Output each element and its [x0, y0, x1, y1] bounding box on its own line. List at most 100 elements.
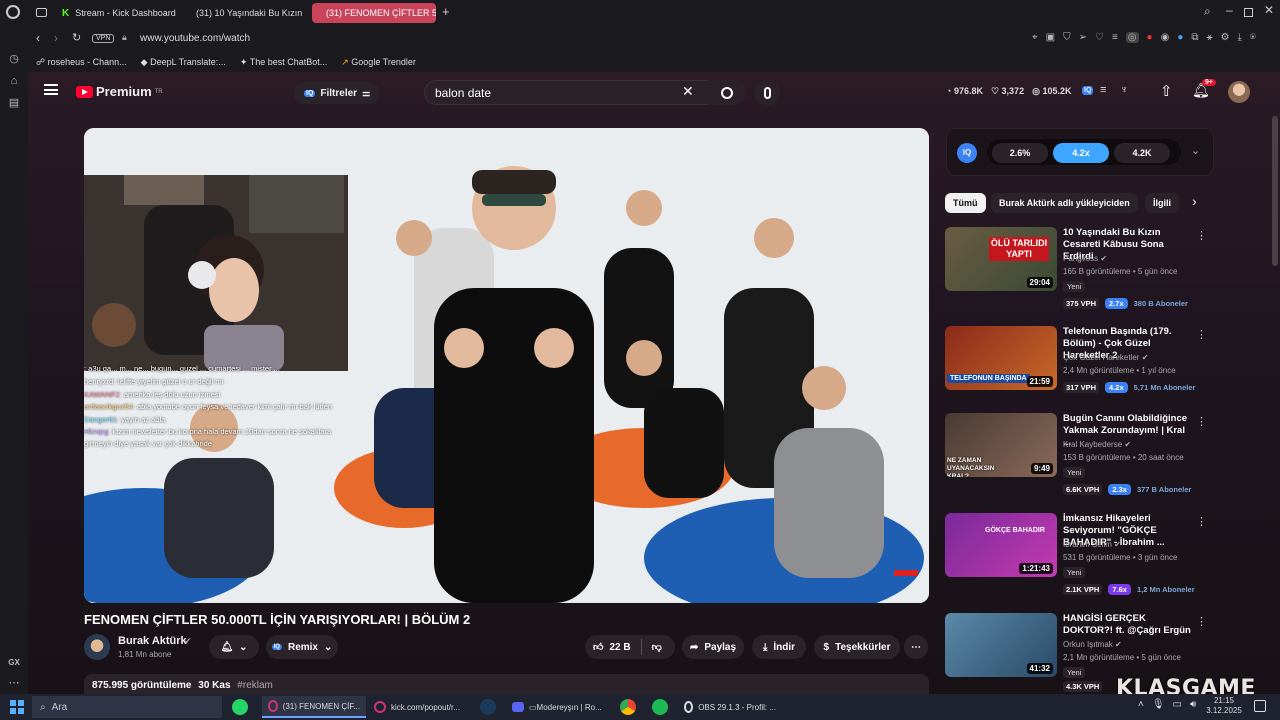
tab-overview-icon[interactable]: [36, 8, 47, 17]
iq-pill-engagement[interactable]: 2.6%: [992, 143, 1048, 163]
taskbar-app-opera-youtube[interactable]: (31) FENOMEN ÇİF...: [262, 696, 366, 718]
vpn-badge[interactable]: VPN: [92, 34, 115, 43]
list-icon[interactable]: ≡: [1100, 84, 1106, 96]
hamburger-menu-icon[interactable]: [44, 84, 58, 95]
back-icon[interactable]: ‹: [36, 31, 40, 45]
trophy-icon[interactable]: ♆: [1120, 84, 1128, 96]
more-options-icon[interactable]: ⋮: [1196, 229, 1207, 242]
heart-icon[interactable]: ♡: [1095, 32, 1104, 43]
taskbar-app-discord[interactable]: ▭Modereyşın | Ro...: [506, 696, 612, 718]
pin-icon[interactable]: ⌖: [1032, 32, 1038, 43]
chip-related[interactable]: İlgili: [1145, 193, 1179, 213]
pin-sidebar-icon[interactable]: ⍟: [1250, 32, 1256, 43]
search-button[interactable]: [708, 80, 746, 105]
gx-label[interactable]: GX: [4, 656, 24, 670]
like-button[interactable]: 👍︎ 22 B: [593, 641, 631, 654]
forward-icon[interactable]: ›: [54, 31, 58, 45]
shield-icon[interactable]: ⛉: [1063, 32, 1071, 43]
search-tabs-icon[interactable]: ⌕: [1204, 4, 1211, 19]
taskbar-search[interactable]: ⌕ Ara: [32, 696, 222, 718]
hashtag[interactable]: #reklam: [237, 680, 273, 691]
video-thumbnail[interactable]: TELEFONUN BAŞINDA 21:59: [945, 326, 1057, 390]
chevron-down-icon[interactable]: ⌄: [1191, 144, 1200, 157]
channel-avatar[interactable]: [84, 634, 110, 660]
page-scrollbar[interactable]: [1272, 116, 1278, 266]
filters-button[interactable]: IQ Filtreler ⚌: [294, 82, 381, 104]
extension-off-icon[interactable]: ◎: [1125, 32, 1139, 43]
clear-search-icon[interactable]: ✕: [682, 83, 694, 100]
new-tab-icon[interactable]: +: [442, 4, 450, 19]
video-thumbnail[interactable]: 41:32: [945, 613, 1057, 677]
extension-red-icon[interactable]: ●: [1147, 32, 1153, 43]
iq-extension-icon[interactable]: IQ: [1082, 86, 1094, 95]
remix-button[interactable]: IQ Remix ⌄: [266, 635, 338, 659]
menu-icon[interactable]: ≡: [1112, 32, 1118, 43]
video-thumbnail[interactable]: ÖLÜ TARLIDI YAPTI 29:04: [945, 227, 1057, 291]
more-options-icon[interactable]: ⋮: [1196, 615, 1207, 628]
channel-name[interactable]: Burak Aktürk: [118, 635, 187, 647]
spotify-icon[interactable]: [652, 699, 668, 715]
translate-icon[interactable]: ⧉: [1191, 32, 1198, 43]
recommendation-card[interactable]: TELEFONUN BAŞINDA 21:59 Telefonun Başınd…: [945, 326, 1213, 416]
video-thumbnail[interactable]: NE ZAMAN UYANACAKSIN KRAL? 9:49: [945, 413, 1057, 477]
chip-all[interactable]: Tümü: [945, 193, 986, 213]
minimize-icon[interactable]: –: [1226, 3, 1233, 17]
clock[interactable]: 21:15 3.12.2025: [1204, 696, 1244, 716]
taskbar-app-obs[interactable]: OBS 29.1.3 - Profil: ...: [678, 696, 782, 718]
recommendation-card[interactable]: GÖKÇE BAHADIR 1:21:43 İmkansız Hikayeler…: [945, 513, 1213, 603]
download-icon[interactable]: ⤓: [1237, 32, 1241, 43]
thumbs-down-icon[interactable]: 👎︎: [652, 641, 662, 653]
extension-iq-icon[interactable]: ●: [1177, 32, 1183, 43]
thanks-button[interactable]: $ Teşekkürler: [814, 635, 900, 659]
extension-dark-icon[interactable]: ◉: [1161, 32, 1170, 43]
iq-pill-vph[interactable]: 4.2K: [1114, 143, 1170, 163]
bookmark-roseheus[interactable]: ☍ roseheus - Chann...: [36, 57, 127, 68]
recommendation-card[interactable]: NE ZAMAN UYANACAKSIN KRAL? 9:49 Bugün Ca…: [945, 413, 1213, 503]
video-player[interactable]: : a3u qa... m... ne... bugun... guzel ..…: [84, 128, 929, 603]
chevron-up-icon[interactable]: ˄: [1138, 699, 1144, 710]
tab-kick-dashboard[interactable]: K Stream - Kick Dashboard: [54, 3, 178, 23]
voice-search-button[interactable]: [754, 80, 780, 106]
opera-menu-icon[interactable]: [6, 5, 20, 19]
camera-icon[interactable]: ▣: [1046, 32, 1055, 43]
taskbar-app-opera-kick[interactable]: kick.com/popout/r...: [368, 696, 472, 718]
chrome-icon[interactable]: [620, 699, 636, 715]
send-icon[interactable]: ➢: [1079, 32, 1087, 43]
whatsapp-icon[interactable]: [232, 699, 248, 715]
recommendation-card[interactable]: ÖLÜ TARLIDI YAPTI 29:04 10 Yaşındaki Bu …: [945, 227, 1213, 317]
url-field[interactable]: www.youtube.com/watch: [140, 33, 250, 44]
more-options-icon[interactable]: ⋮: [1196, 415, 1207, 428]
avatar[interactable]: [1228, 81, 1250, 103]
ai-icon[interactable]: ⌂: [7, 74, 21, 88]
video-thumbnail[interactable]: GÖKÇE BAHADIR 1:21:43: [945, 513, 1057, 577]
bookmark-google-trends[interactable]: ↗ Google Trendler: [341, 57, 416, 68]
volume-icon[interactable]: 🔊︎: [1190, 699, 1196, 710]
share-button[interactable]: ➦ Paylaş: [682, 635, 744, 659]
notification-center-icon[interactable]: [1254, 700, 1266, 712]
tab-youtube-1[interactable]: (31) 10 Yaşındaki Bu Kızın: [182, 3, 306, 23]
chip-uploader[interactable]: Burak Aktürk adlı yükleyiciden: [991, 193, 1138, 213]
youtube-logo[interactable]: Premium TR: [76, 84, 163, 99]
extension-icon[interactable]: ⚹: [1207, 32, 1213, 43]
network-icon[interactable]: ▭: [1173, 699, 1182, 710]
close-window-icon[interactable]: ✕: [1264, 3, 1274, 17]
windows-start-icon[interactable]: [10, 700, 24, 714]
description-box[interactable]: 875.995 görüntüleme 30 Kas #reklam: [84, 674, 929, 694]
more-icon[interactable]: ⋯: [7, 676, 21, 690]
bookmark-deepl[interactable]: ◆ DeepL Translate:...: [141, 57, 226, 68]
download-button[interactable]: ⤓ İndir: [752, 635, 806, 659]
restore-icon[interactable]: [1244, 8, 1253, 17]
upload-icon[interactable]: ⇧: [1160, 82, 1173, 100]
puzzle-icon[interactable]: ⚙: [1221, 32, 1230, 43]
player-icon[interactable]: ▤: [7, 96, 21, 110]
microphone-icon[interactable]: 🎙︎: [1152, 699, 1165, 710]
more-options-icon[interactable]: ⋮: [1196, 515, 1207, 528]
tab-youtube-active[interactable]: (31) FENOMEN ÇİFTLER 5: [312, 3, 436, 23]
bookmark-chatbot[interactable]: ✦ The best ChatBot...: [240, 57, 327, 68]
subscribed-bell-button[interactable]: 🔔︎ ⌄: [209, 635, 259, 659]
more-actions-button[interactable]: ⋯: [904, 635, 928, 659]
iq-pill-multiplier[interactable]: 4.2x: [1053, 143, 1109, 163]
reload-icon[interactable]: ↻: [72, 31, 81, 44]
steam-icon[interactable]: [480, 699, 496, 715]
chevron-right-icon[interactable]: ›: [1192, 193, 1197, 209]
